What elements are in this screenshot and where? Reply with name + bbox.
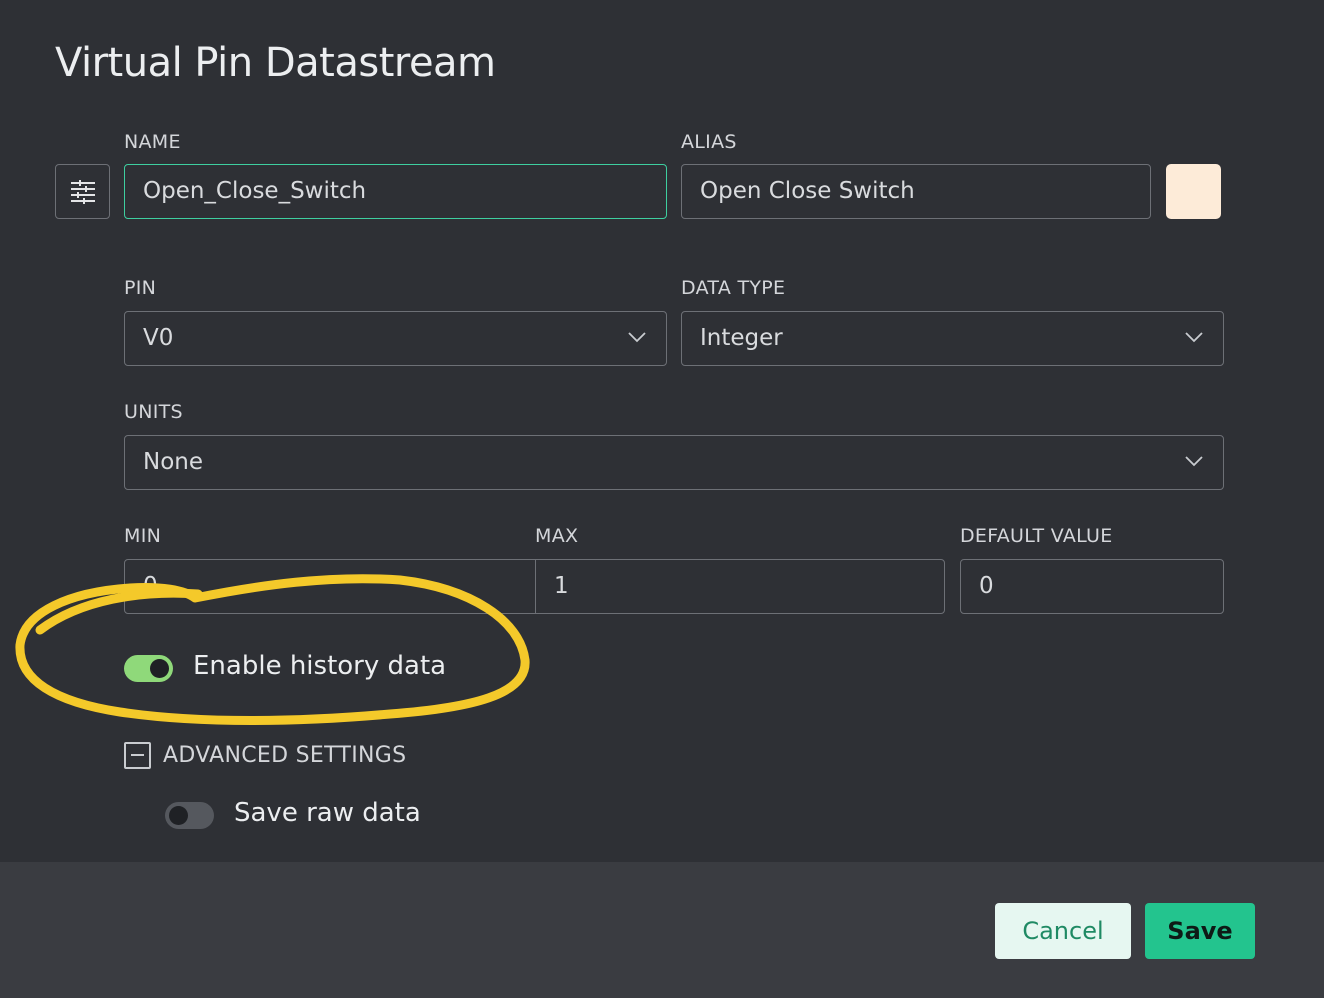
name-input[interactable]: Open_Close_Switch <box>124 164 667 219</box>
cancel-button[interactable]: Cancel <box>995 903 1131 959</box>
toggle-knob <box>150 659 169 678</box>
units-select[interactable]: None <box>124 435 1224 490</box>
toggle-knob <box>169 806 188 825</box>
dialog-title: Virtual Pin Datastream <box>55 40 496 86</box>
max-label: MAX <box>535 525 579 547</box>
chevron-down-icon <box>628 332 646 343</box>
units-label: UNITS <box>124 401 183 423</box>
alias-label: ALIAS <box>681 131 737 153</box>
pin-label: PIN <box>124 277 157 299</box>
min-input[interactable]: 0 <box>124 559 536 614</box>
chevron-down-icon <box>1185 332 1203 343</box>
save-button[interactable]: Save <box>1145 903 1255 959</box>
pin-select[interactable]: V0 <box>124 311 667 366</box>
default-value-label: DEFAULT VALUE <box>960 525 1113 547</box>
color-swatch[interactable] <box>1166 164 1221 219</box>
save-raw-data-toggle[interactable] <box>165 802 214 829</box>
save-raw-data-label: Save raw data <box>234 798 421 828</box>
alias-input[interactable]: Open Close Switch <box>681 164 1151 219</box>
history-data-toggle[interactable] <box>124 655 173 682</box>
history-data-label: Enable history data <box>193 651 447 681</box>
name-label: NAME <box>124 131 181 153</box>
icon-picker-button[interactable] <box>55 164 110 219</box>
default-value-input[interactable]: 0 <box>960 559 1224 614</box>
datatype-label: DATA TYPE <box>681 277 786 299</box>
highlight-annotation <box>15 574 530 725</box>
datastream-dialog: Virtual Pin Datastream NAME Open_Close_S… <box>0 0 1324 998</box>
chevron-down-icon <box>1185 456 1203 467</box>
settings-sliders-icon <box>70 179 95 204</box>
advanced-settings-toggle[interactable]: ADVANCED SETTINGS <box>163 743 406 768</box>
collapse-icon[interactable] <box>124 742 151 769</box>
min-label: MIN <box>124 525 162 547</box>
max-input[interactable]: 1 <box>535 559 945 614</box>
datatype-select[interactable]: Integer <box>681 311 1224 366</box>
